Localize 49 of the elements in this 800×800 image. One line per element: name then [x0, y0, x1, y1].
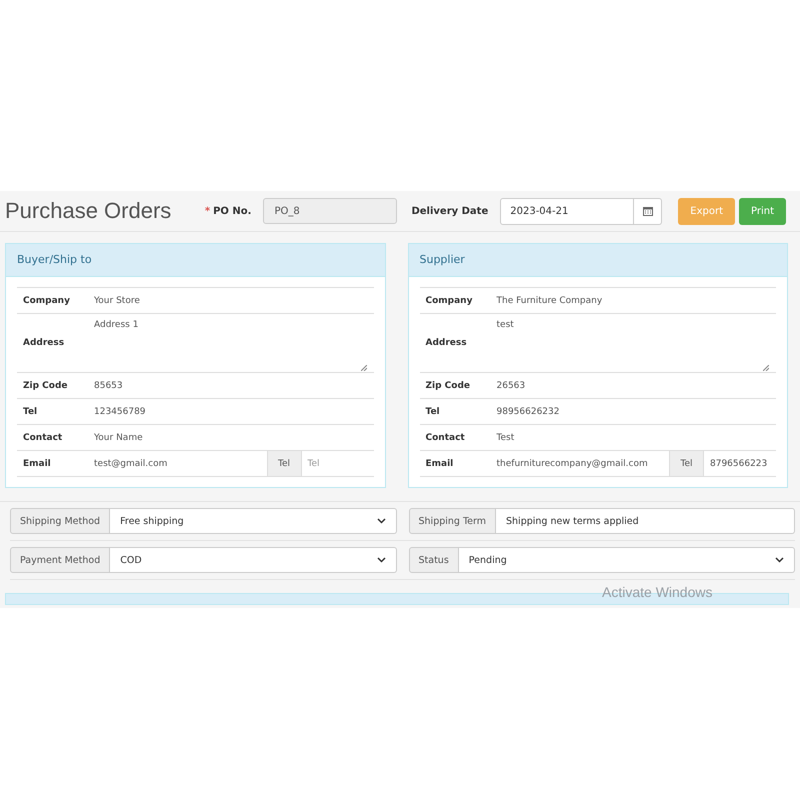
field-label: Company: [420, 288, 490, 314]
field-label: Company: [17, 288, 88, 314]
email-field[interactable]: thefurniturecompany@gmail.com: [490, 451, 669, 476]
input-addon: Tel: [669, 451, 704, 476]
delivery-date-label: Delivery Date: [411, 206, 488, 216]
field-label: Tel: [420, 398, 490, 424]
input-addon: Shipping Term: [408, 508, 496, 534]
delivery-date-field[interactable]: 2023-04-21: [500, 198, 634, 224]
address-field[interactable]: test: [496, 314, 770, 372]
input-field[interactable]: 85653: [88, 372, 374, 398]
field-label: Contact: [420, 424, 490, 450]
po-number-field[interactable]: PO_8: [263, 198, 398, 224]
input-field[interactable]: 26563: [490, 372, 776, 398]
input-addon: Status: [408, 547, 459, 573]
input-field[interactable]: 123456789: [88, 398, 374, 424]
field-label: Address: [17, 314, 88, 372]
field-label: Address: [420, 314, 490, 372]
field-label: Tel: [17, 398, 88, 424]
page-title: Purchase Orders: [5, 198, 172, 224]
resize-grip-icon[interactable]: [763, 365, 769, 371]
select-field[interactable]: Pending: [458, 547, 795, 573]
chevron-down-icon: [376, 557, 386, 563]
input-field[interactable]: Your Store: [88, 288, 374, 314]
input-field[interactable]: Your Name: [88, 424, 374, 450]
chevron-down-icon: [775, 557, 784, 563]
address-field[interactable]: Address 1: [94, 314, 368, 372]
input-field[interactable]: Shipping new terms applied: [496, 508, 795, 534]
select-field[interactable]: COD: [110, 547, 396, 573]
input-field[interactable]: 98956626232: [490, 398, 776, 424]
field-label: Zip Code: [17, 372, 88, 398]
resize-grip-icon[interactable]: [360, 365, 366, 371]
tel-field[interactable]: 8796566223: [704, 451, 776, 476]
select-field[interactable]: Free shipping: [110, 508, 396, 534]
email-field[interactable]: test@gmail.com: [88, 451, 266, 476]
po-number-label: * PO No.: [204, 206, 252, 216]
field-label: Email: [17, 450, 88, 476]
calendar-icon[interactable]: [642, 206, 653, 216]
input-addon: Shipping Method: [10, 508, 110, 534]
input-addon: Tel: [266, 451, 302, 476]
field-label: Email: [420, 450, 490, 476]
chevron-down-icon: [376, 518, 386, 524]
input-addon: Payment Method: [10, 547, 110, 573]
field-label: Contact: [17, 424, 88, 450]
panel-heading: Supplier: [408, 244, 787, 277]
activation-watermark: Activate Windows: [602, 584, 712, 600]
panel-heading: Buyer/Ship to: [6, 244, 384, 277]
field-label: Zip Code: [420, 372, 490, 398]
input-field[interactable]: Test: [490, 424, 776, 450]
input-field[interactable]: The Furniture Company: [490, 288, 776, 314]
